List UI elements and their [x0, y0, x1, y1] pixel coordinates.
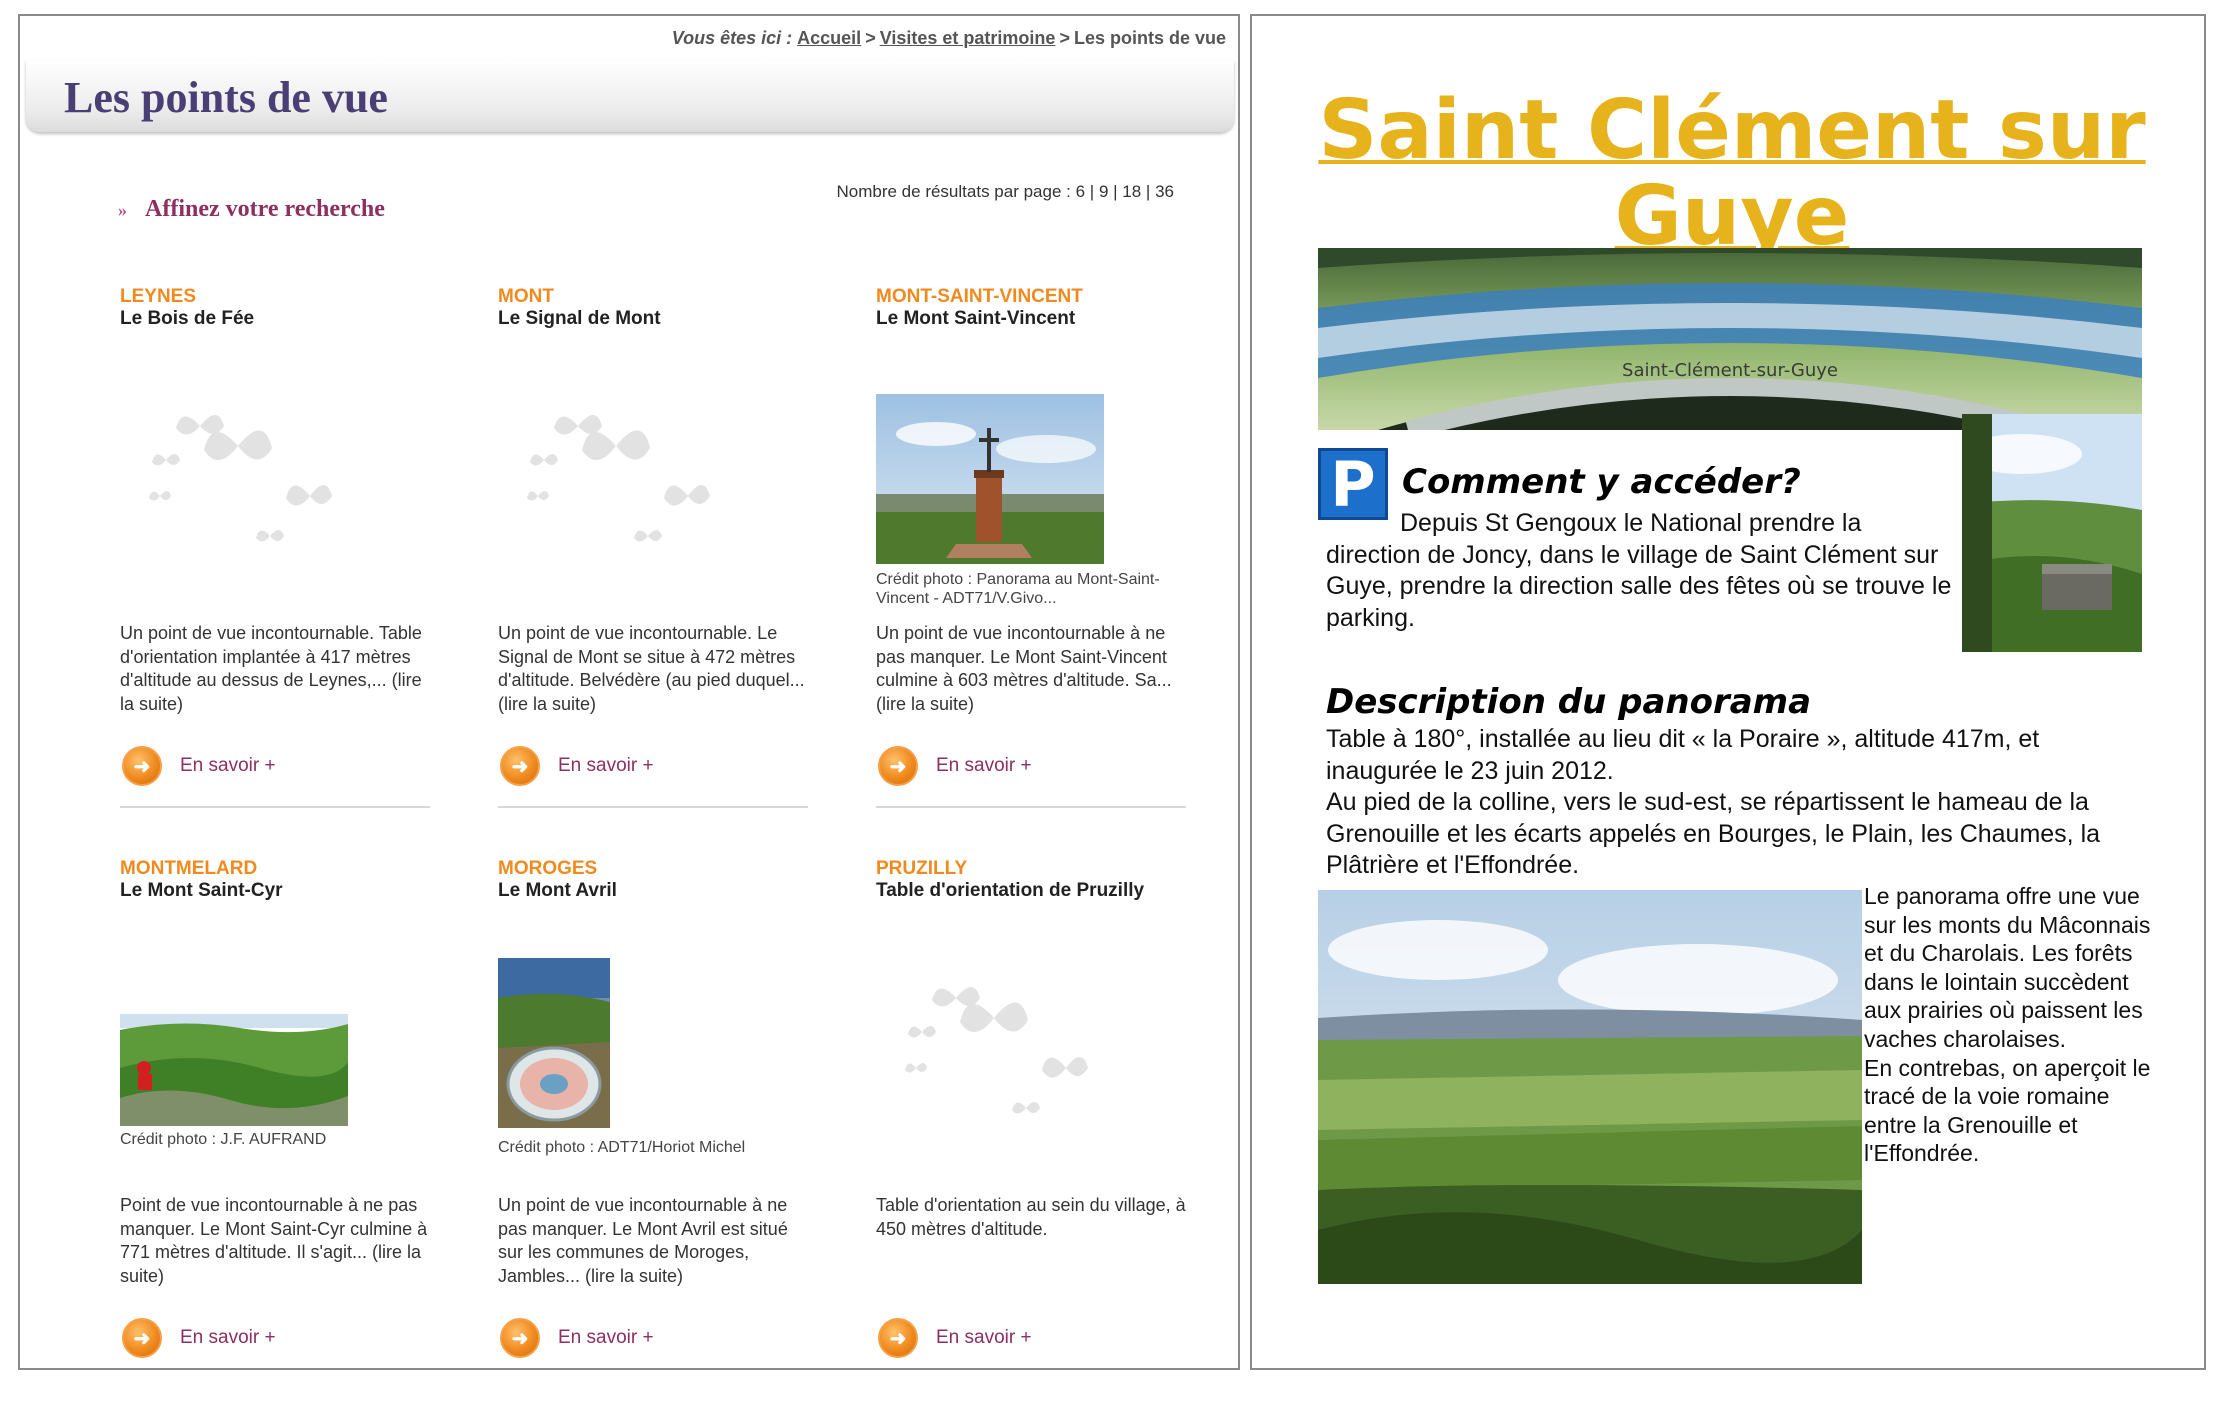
tower-cross-photo[interactable]	[876, 394, 1104, 564]
description-heading: Description du panorama	[1326, 682, 1812, 722]
access-photo	[1962, 414, 2142, 652]
en-savoir-plus-label: En savoir +	[558, 755, 654, 776]
description-text: Table à 180°, installée au lieu dit « la…	[1326, 724, 2146, 882]
per-page-option-6[interactable]: 6	[1076, 182, 1085, 201]
access-heading: Comment y accéder?	[1402, 462, 1801, 502]
viewpoint-card-montmelard: MONTMELARD Le Mont Saint-Cyr Crédit phot…	[120, 858, 430, 1418]
breadcrumb: Vous êtes ici : Accueil > Visites et patri…	[671, 28, 1226, 48]
en-savoir-plus-label: En savoir +	[180, 755, 276, 776]
butterfly-placeholder-image	[120, 386, 348, 554]
panorama-side-text: Le panorama offre une vue sur les monts …	[1864, 882, 2160, 1168]
breadcrumb-section-link[interactable]: Visites et patrimoine	[880, 28, 1056, 48]
en-savoir-plus-button[interactable]: ➜ En savoir +	[500, 1318, 654, 1358]
card-town: MONT	[498, 286, 554, 307]
arrow-right-icon: ➜	[500, 1318, 540, 1358]
orientation-table-photo[interactable]	[498, 958, 610, 1128]
orientation-table-banner-photo: Saint-Clément-sur-Guye	[1318, 248, 2142, 430]
viewpoint-card-leynes: LEYNES Le Bois de Fée Un point de vue in…	[120, 286, 430, 846]
card-town: LEYNES	[120, 286, 197, 307]
per-page-option-18[interactable]: 18	[1122, 182, 1141, 201]
card-description: Un point de vue incontournable à ne pas …	[876, 623, 1172, 714]
arrow-right-icon: ➜	[878, 1318, 918, 1358]
access-text: Depuis St Gengoux le National prendre la…	[1326, 509, 1952, 632]
arrow-right-icon: ➜	[500, 746, 540, 786]
page-title: Les points de vue	[64, 73, 388, 122]
card-site-title[interactable]: Le Mont Saint-Cyr	[120, 880, 283, 902]
photo-credit: Crédit photo : J.F. AUFRAND	[120, 1131, 327, 1148]
viewpoint-card-pruzilly: PRUZILLY Table d'orientation de Pruzilly…	[876, 858, 1186, 1418]
en-savoir-plus-button[interactable]: ➜ En savoir +	[122, 746, 276, 786]
description-paragraph-2: Au pied de la colline, vers le sud-est, …	[1326, 788, 2101, 879]
breadcrumb-intro: Vous êtes ici :	[671, 28, 793, 48]
en-savoir-plus-label: En savoir +	[180, 1327, 276, 1348]
arrow-right-icon: ➜	[122, 746, 162, 786]
card-divider	[120, 806, 430, 808]
card-divider	[876, 806, 1186, 808]
arrow-right-icon: ➜	[122, 1318, 162, 1358]
description-paragraph-1: Table à 180°, installée au lieu dit « la…	[1326, 725, 2040, 785]
card-description: Table d'orientation au sein du village, …	[876, 1195, 1186, 1239]
arrow-right-icon: ➜	[878, 746, 918, 786]
viewpoint-card-moroges: MOROGES Le Mont Avril Crédit photo : ADT…	[498, 858, 808, 1418]
card-description: Un point de vue incontournable à ne pas …	[498, 1195, 788, 1286]
breadcrumb-current: Les points de vue	[1073, 28, 1226, 48]
card-town: MOROGES	[498, 858, 598, 879]
title-bar: Les points de vue	[26, 60, 1234, 132]
card-town: PRUZILLY	[876, 858, 968, 879]
photo-credit: Crédit photo : Panorama au Mont-Saint-Vi…	[876, 571, 1160, 607]
per-page-option-9[interactable]: 9	[1099, 182, 1108, 201]
hills-photo[interactable]	[120, 978, 348, 1126]
refine-search-label: Affinez votre recherche	[145, 196, 385, 222]
brochure-panel: Saint Clément sur Guye Saint-Clément-sur…	[1250, 14, 2206, 1370]
viewpoint-card-mont-saint-vincent: MONT-SAINT-VINCENT Le Mont Saint-Vincent…	[876, 286, 1186, 846]
butterfly-placeholder-image	[498, 386, 726, 554]
en-savoir-plus-label: En savoir +	[936, 755, 1032, 776]
panorama-paragraph-2: En contrebas, on aperçoit le tracé de la…	[1864, 1054, 2151, 1167]
card-site-title[interactable]: Le Signal de Mont	[498, 308, 661, 330]
card-site-title[interactable]: Table d'orientation de Pruzilly	[876, 880, 1144, 902]
brochure-title: Saint Clément sur Guye	[1318, 83, 2146, 264]
results-per-page: Nombre de résultats par page : 6 | 9 | 1…	[836, 182, 1175, 201]
card-site-title[interactable]: Le Mont Avril	[498, 880, 617, 902]
photo-credit: Crédit photo : ADT71/Horiot Michel	[498, 1139, 746, 1156]
refine-search-link[interactable]: » Affinez votre recherche	[118, 196, 385, 223]
en-savoir-plus-label: En savoir +	[936, 1327, 1032, 1348]
per-page-option-36[interactable]: 36	[1155, 182, 1174, 201]
butterfly-placeholder-image	[876, 958, 1104, 1126]
card-site-title[interactable]: Le Mont Saint-Vincent	[876, 308, 1075, 330]
panorama-paragraph-1: Le panorama offre une vue sur les monts …	[1864, 883, 2151, 1052]
website-panel: Vous êtes ici : Accueil > Visites et patri…	[18, 14, 1240, 1370]
card-divider	[498, 806, 808, 808]
table-inscription-text: Saint-Clément-sur-Guye	[1622, 360, 1838, 381]
en-savoir-plus-label: En savoir +	[558, 1327, 654, 1348]
en-savoir-plus-button[interactable]: ➜ En savoir +	[500, 746, 654, 786]
en-savoir-plus-button[interactable]: ➜ En savoir +	[122, 1318, 276, 1358]
en-savoir-plus-button[interactable]: ➜ En savoir +	[878, 1318, 1032, 1358]
breadcrumb-home-link[interactable]: Accueil	[797, 28, 861, 48]
per-page-label: Nombre de résultats par page :	[836, 182, 1071, 201]
card-description: Un point de vue incontournable. Table d'…	[120, 623, 422, 714]
double-chevron-icon: »	[118, 200, 127, 220]
card-town: MONT-SAINT-VINCENT	[876, 286, 1083, 307]
card-site-title[interactable]: Le Bois de Fée	[120, 308, 254, 330]
viewpoint-card-mont: MONT Le Signal de Mont Un point de vue i…	[498, 286, 808, 846]
en-savoir-plus-button[interactable]: ➜ En savoir +	[878, 746, 1032, 786]
card-description: Point de vue incontournable à ne pas man…	[120, 1195, 428, 1286]
card-town: MONTMELARD	[120, 858, 258, 879]
card-description: Un point de vue incontournable. Le Signa…	[498, 623, 805, 714]
panorama-photo	[1318, 890, 1862, 1284]
